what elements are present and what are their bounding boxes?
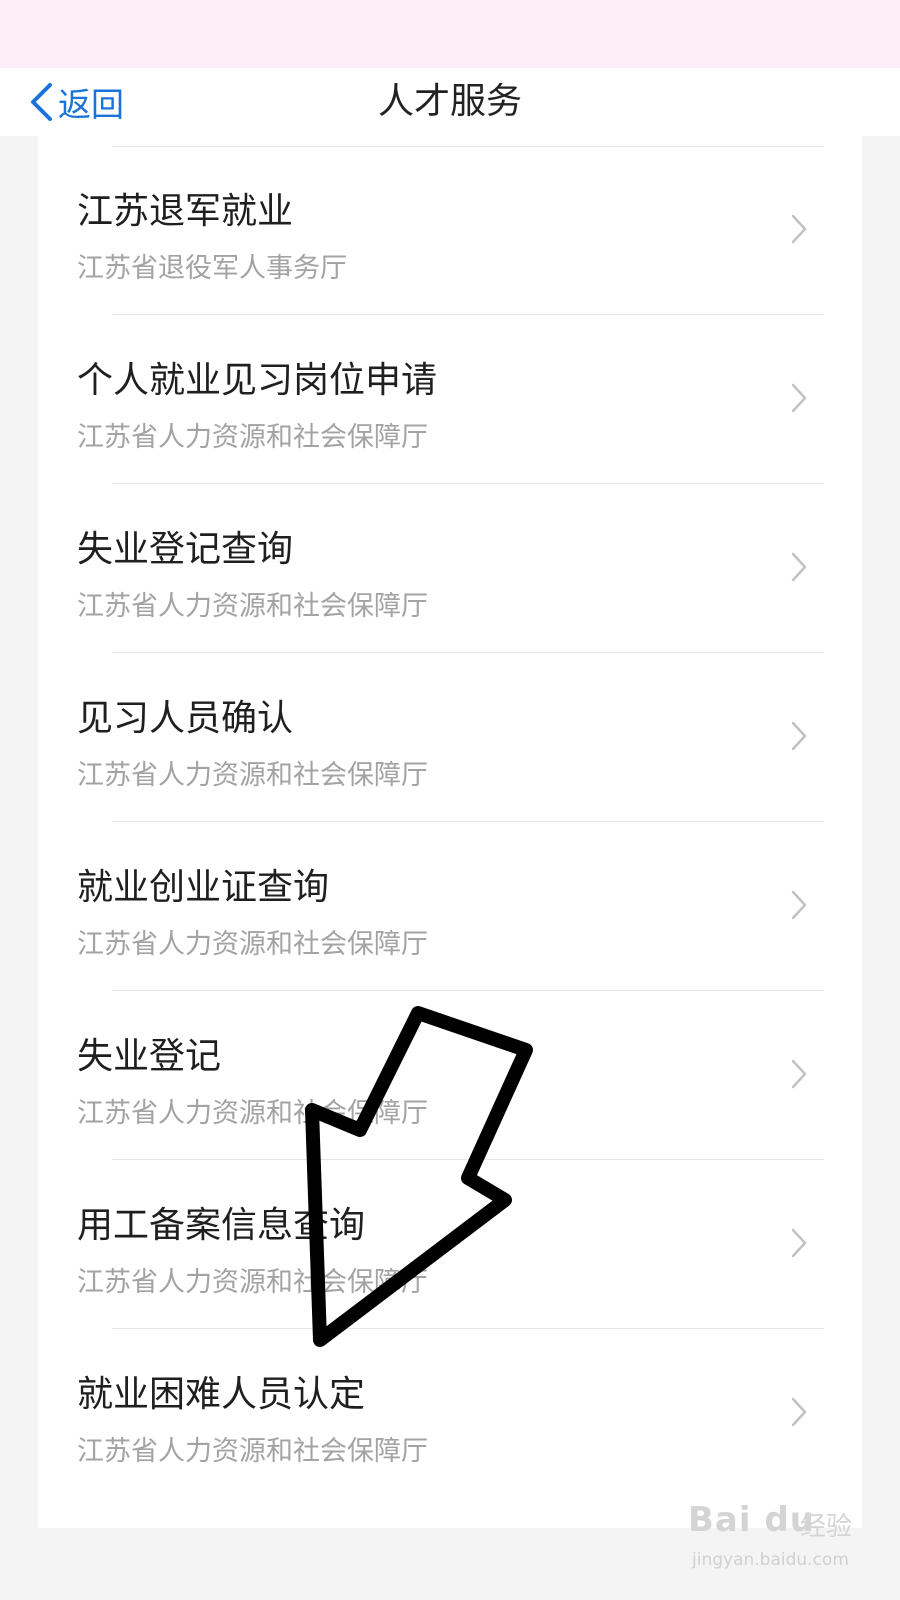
item-subtitle: 江苏省退役军人事务厅 <box>77 253 347 284</box>
item-title: 个人就业见习岗位申请 <box>77 360 438 401</box>
list-item[interactable]: 失业登记 江苏省人力资源和社会保障厅 <box>38 991 862 1160</box>
item-subtitle: 江苏省人力资源和社会保障厅 <box>77 929 428 960</box>
item-title: 见习人员确认 <box>77 698 294 739</box>
chevron-right-icon <box>791 552 807 582</box>
service-list: 江苏退军就业 江苏省退役军人事务厅 个人就业见习岗位申请 江苏省人力资源和社会保… <box>38 136 862 1528</box>
chevron-right-icon <box>791 1059 807 1089</box>
chevron-right-icon <box>791 721 807 751</box>
list-item[interactable]: 失业登记查询 江苏省人力资源和社会保障厅 <box>38 484 862 653</box>
list-item[interactable]: 见习人员确认 江苏省人力资源和社会保障厅 <box>38 653 862 822</box>
list-item[interactable]: 就业困难人员认定 江苏省人力资源和社会保障厅 <box>38 1329 862 1498</box>
item-title: 江苏退军就业 <box>77 191 294 232</box>
chevron-right-icon <box>791 890 807 920</box>
chevron-right-icon <box>791 383 807 413</box>
status-bar <box>0 0 900 68</box>
item-title: 失业登记查询 <box>77 529 294 570</box>
chevron-right-icon <box>791 214 807 244</box>
item-title: 就业创业证查询 <box>77 867 330 908</box>
list-item[interactable]: 江苏退军就业 江苏省退役军人事务厅 <box>38 146 862 315</box>
item-title: 失业登记 <box>77 1036 222 1077</box>
list-item[interactable]: 就业创业证查询 江苏省人力资源和社会保障厅 <box>38 822 862 991</box>
list-item[interactable]: 个人就业见习岗位申请 江苏省人力资源和社会保障厅 <box>38 315 862 484</box>
watermark-url: jingyan.baidu.com <box>692 1550 849 1570</box>
watermark: Bai du 经验 jingyan.baidu.com <box>688 1500 858 1580</box>
chevron-right-icon <box>791 1397 807 1427</box>
item-title: 就业困难人员认定 <box>77 1374 366 1415</box>
chevron-right-icon <box>791 1228 807 1258</box>
item-title: 用工备案信息查询 <box>77 1205 366 1246</box>
item-subtitle: 江苏省人力资源和社会保障厅 <box>77 760 428 791</box>
item-subtitle: 江苏省人力资源和社会保障厅 <box>77 422 428 453</box>
watermark-logo-suffix: 经验 <box>800 1512 853 1542</box>
nav-bar: 返回 人才服务 <box>0 68 900 136</box>
item-subtitle: 江苏省人力资源和社会保障厅 <box>77 1436 428 1467</box>
item-subtitle: 江苏省人力资源和社会保障厅 <box>77 591 428 622</box>
item-subtitle: 江苏省人力资源和社会保障厅 <box>77 1098 428 1129</box>
item-subtitle: 江苏省人力资源和社会保障厅 <box>77 1267 428 1298</box>
page-title: 人才服务 <box>377 81 522 122</box>
list-item[interactable]: 用工备案信息查询 江苏省人力资源和社会保障厅 <box>38 1160 862 1329</box>
watermark-logo: Bai du <box>688 1500 815 1540</box>
